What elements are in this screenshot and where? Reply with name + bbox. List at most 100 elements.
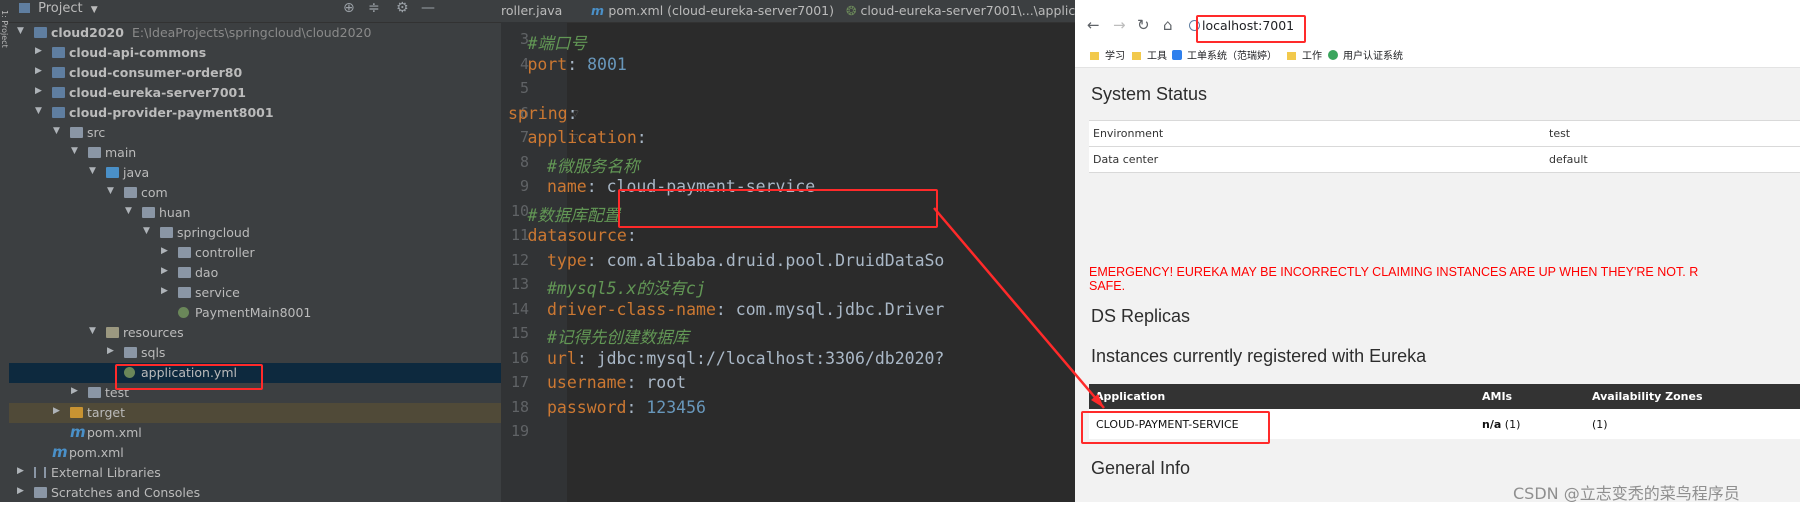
collapsed-arrow-icon[interactable]: ▶ xyxy=(53,406,60,416)
code-line: #数据库配置 xyxy=(528,202,620,226)
tree-item[interactable]: ▶ service xyxy=(9,283,501,303)
hide-panel-icon[interactable]: — xyxy=(421,0,435,16)
tree-item[interactable]: ▼ java xyxy=(9,163,501,183)
tree-item[interactable]: ▶ target xyxy=(9,403,501,423)
code-token: application xyxy=(527,128,637,147)
code-area[interactable]: 3 #端口号 4 port: 8001 5 6 ⌔ spring: 7 ⌔ application:… xyxy=(501,22,1075,502)
header-availability-zones: Availability Zones xyxy=(1592,390,1703,403)
emergency-warning: EMERGENCY! EUREKA MAY BE INCORRECTLY CLA… xyxy=(1089,265,1800,293)
bookmark-label: 学习 xyxy=(1105,51,1125,62)
collapsed-arrow-icon[interactable]: ▶ xyxy=(107,346,114,356)
tree-item[interactable]: ▶ dao xyxy=(9,263,501,283)
tree-item[interactable]: ▼ cloud2020 E:\IdeaProjects\springcloud\cl… xyxy=(9,23,501,43)
globe-icon xyxy=(1328,50,1338,60)
gear-icon[interactable]: ⚙ xyxy=(396,0,409,16)
expanded-arrow-icon[interactable]: ▼ xyxy=(71,146,78,156)
code-token: 8001 xyxy=(587,54,627,74)
code-editor: roller.java m pom.xml (cloud-eureka-serve… xyxy=(501,0,1075,502)
highlight-url xyxy=(1196,15,1306,43)
editor-tab[interactable]: ❂ cloud-eureka-server7001\...\applica xyxy=(846,3,1075,18)
bookmark-item[interactable]: 工作 xyxy=(1287,47,1322,62)
line-number: 17 xyxy=(510,373,529,391)
code-line: datasource: xyxy=(528,226,637,245)
bookmark-item[interactable]: 用户认证系统 xyxy=(1328,47,1403,62)
tree-item[interactable]: PaymentMain8001 xyxy=(9,303,501,323)
editor-tab[interactable]: m pom.xml (cloud-eureka-server7001) xyxy=(591,3,834,18)
collapsed-arrow-icon[interactable]: ▶ xyxy=(161,286,168,296)
collapsed-arrow-icon[interactable]: ▶ xyxy=(17,466,24,476)
collapsed-arrow-icon[interactable]: ▶ xyxy=(161,266,168,276)
expanded-arrow-icon[interactable]: ▼ xyxy=(53,126,60,136)
locate-file-icon[interactable]: ⊕ xyxy=(343,0,355,16)
tree-item[interactable]: ▼ main xyxy=(9,143,501,163)
tree-item[interactable]: ▶ controller xyxy=(9,243,501,263)
expanded-arrow-icon[interactable]: ▼ xyxy=(89,166,96,176)
tree-item[interactable]: ▼ springcloud xyxy=(9,223,501,243)
expanded-arrow-icon[interactable]: ▼ xyxy=(35,106,42,116)
expanded-arrow-icon[interactable]: ▼ xyxy=(107,186,114,196)
collapse-all-icon[interactable]: ≑ xyxy=(368,0,380,16)
tree-item[interactable]: ▼ huan xyxy=(9,203,501,223)
code-line: #端口号 xyxy=(528,30,587,54)
general-info-title: General Info xyxy=(1091,458,1191,478)
tree-item[interactable]: m pom.xml xyxy=(9,443,501,463)
forward-icon[interactable]: → xyxy=(1113,16,1126,34)
tree-item[interactable]: ▶ sqls xyxy=(9,343,501,363)
tree-item[interactable]: ▼ cloud-provider-payment8001 xyxy=(9,103,501,123)
home-icon[interactable]: ⌂ xyxy=(1163,16,1173,34)
tree-item[interactable]: ▶ External Libraries xyxy=(9,463,501,483)
maven-file-icon: m xyxy=(70,423,86,441)
tree-item-label: PaymentMain8001 xyxy=(195,305,312,320)
tree-item[interactable]: ▶ cloud-consumer-order80 xyxy=(9,63,501,83)
module-folder-icon xyxy=(52,67,65,78)
editor-tab[interactable]: roller.java xyxy=(501,3,562,18)
tree-item-label: cloud2020 xyxy=(51,25,124,40)
module-folder-icon xyxy=(34,27,47,38)
collapsed-arrow-icon[interactable]: ▶ xyxy=(161,246,168,256)
tree-item[interactable]: ▼ resources xyxy=(9,323,501,343)
collapsed-arrow-icon[interactable]: ▶ xyxy=(35,46,42,56)
tree-item-label: Scratches and Consoles xyxy=(51,485,201,500)
tree-item-label: controller xyxy=(195,245,255,260)
tree-item[interactable]: m pom.xml xyxy=(9,423,501,443)
bookmark-item[interactable]: 工具 xyxy=(1132,47,1167,62)
expanded-arrow-icon[interactable]: ▼ xyxy=(143,226,150,236)
table-row: Data center default xyxy=(1089,147,1800,173)
tree-item-label: cloud-consumer-order80 xyxy=(69,65,243,80)
tree-item[interactable]: ▼ com xyxy=(9,183,501,203)
system-status-title: System Status xyxy=(1091,84,1208,104)
bookmark-item[interactable]: 工单系统（范瑞婷） xyxy=(1172,47,1277,62)
line-number: 5 xyxy=(519,79,529,97)
tree-item-label: huan xyxy=(159,205,191,220)
code-token: : xyxy=(626,397,647,417)
expanded-arrow-icon[interactable]: ▼ xyxy=(89,326,96,336)
collapsed-arrow-icon[interactable]: ▶ xyxy=(17,486,24,496)
instance-zones-link[interactable]: (1) xyxy=(1592,418,1608,431)
code-token: #mysql5.x的没有cj xyxy=(547,279,706,298)
collapsed-arrow-icon[interactable]: ▶ xyxy=(35,86,42,96)
expanded-arrow-icon[interactable]: ▼ xyxy=(17,26,24,36)
project-tool-label[interactable]: 1: Project xyxy=(0,10,9,48)
reload-icon[interactable]: ↻ xyxy=(1137,16,1150,34)
status-key: Environment xyxy=(1093,127,1164,140)
collapsed-arrow-icon[interactable]: ▶ xyxy=(35,66,42,76)
line-number: 14 xyxy=(510,299,529,318)
tree-item[interactable]: ▶ cloud-api-commons xyxy=(9,43,501,63)
folder-icon xyxy=(1090,52,1099,60)
back-icon[interactable]: ← xyxy=(1087,16,1100,34)
package-icon xyxy=(178,247,191,258)
emergency-line-2: SAFE. xyxy=(1089,279,1126,293)
tree-item[interactable]: ▶ cloud-eureka-server7001 xyxy=(9,83,501,103)
tree-item[interactable]: ▶ Scratches and Consoles xyxy=(9,483,501,503)
bookmark-label: 工单系统（范瑞婷） xyxy=(1187,51,1277,62)
project-view-selector[interactable]: Project ▼ xyxy=(19,1,98,16)
expanded-arrow-icon[interactable]: ▼ xyxy=(125,206,132,216)
tree-item[interactable]: ▼ src xyxy=(9,123,501,143)
header-application: Application xyxy=(1095,390,1166,403)
folder-icon xyxy=(124,347,137,358)
collapsed-arrow-icon[interactable]: ▶ xyxy=(71,386,78,396)
line-number: 10 xyxy=(510,201,529,220)
code-token: : com.alibaba.druid.pool.DruidDataSo xyxy=(586,250,945,270)
bookmark-item[interactable]: 学习 xyxy=(1090,47,1125,62)
folder-icon xyxy=(1132,52,1141,60)
